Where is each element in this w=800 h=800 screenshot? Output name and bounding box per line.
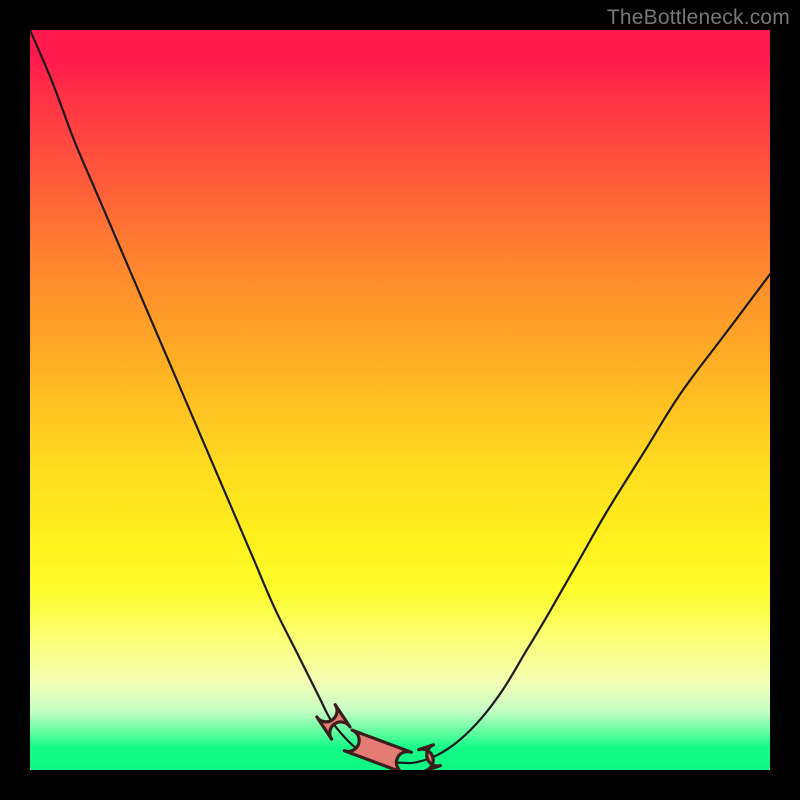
curve-path: [30, 30, 770, 763]
chart-frame: TheBottleneck.com: [0, 0, 800, 800]
bottleneck-curve: [30, 30, 770, 770]
coral-segment-1: [344, 730, 411, 770]
watermark-text: TheBottleneck.com: [607, 6, 790, 30]
plot-area: [30, 30, 770, 770]
coral-segment-0: [317, 705, 350, 739]
coral-segment-2: [419, 745, 441, 770]
